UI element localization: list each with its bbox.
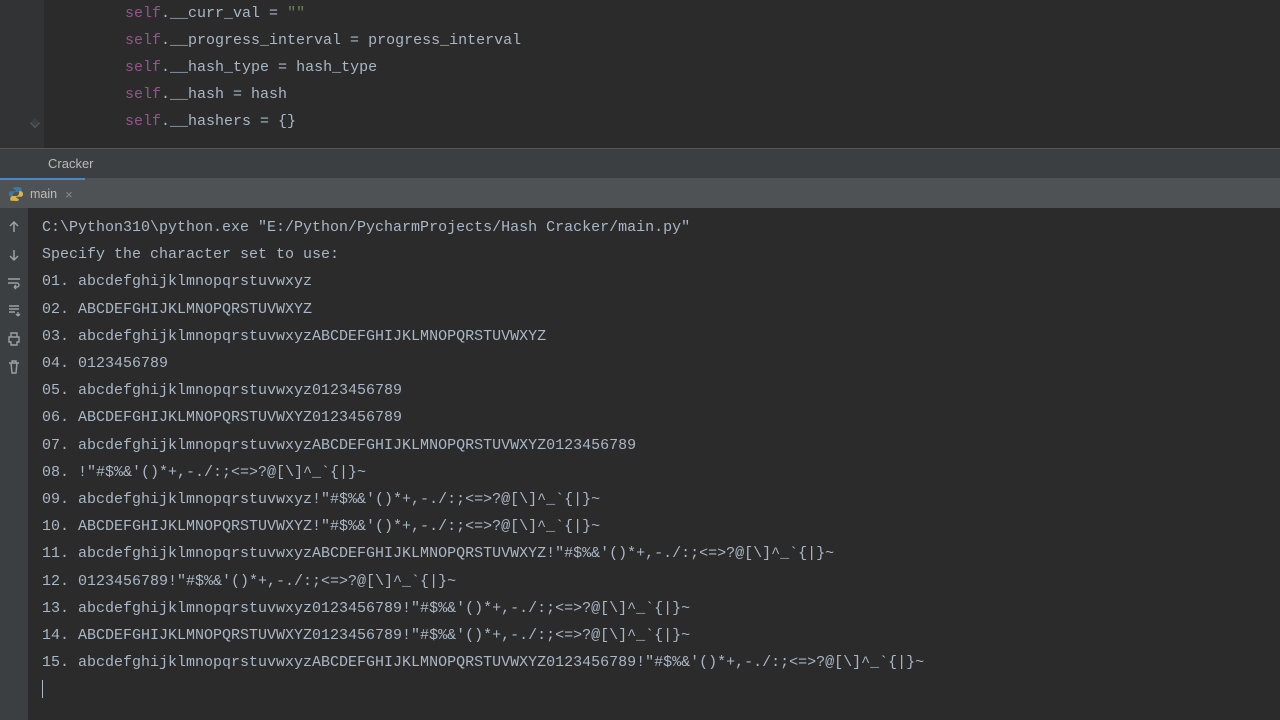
token-field: .__curr_val — [161, 5, 260, 22]
token-self: self — [125, 59, 161, 76]
token-self: self — [125, 32, 161, 49]
token-rhs: {} — [278, 113, 296, 130]
down-arrow-icon[interactable] — [5, 246, 23, 264]
fold-marker-icon[interactable] — [30, 118, 40, 128]
console-option-line: 14. ABCDEFGHIJKLMNOPQRSTUVWXYZ0123456789… — [42, 622, 1280, 649]
run-tab-main[interactable]: main × — [0, 178, 85, 208]
console-option-line: 07. abcdefghijklmnopqrstuvwxyzABCDEFGHIJ… — [42, 432, 1280, 459]
console-option-line: 13. abcdefghijklmnopqrstuvwxyz0123456789… — [42, 595, 1280, 622]
code-line[interactable]: self.__hash = hash — [45, 81, 1280, 108]
code-line[interactable]: self.__hashers = {} — [45, 108, 1280, 135]
token-rhs: "" — [287, 5, 305, 22]
up-arrow-icon[interactable] — [5, 218, 23, 236]
code-editor[interactable]: self.__curr_val = ""self.__progress_inte… — [0, 0, 1280, 148]
token-op: = — [341, 32, 368, 49]
console-option-line: 04. 0123456789 — [42, 350, 1280, 377]
console-option-line: 08. !"#$%&'()*+,-./:;<=>?@[\]^_`{|}~ — [42, 459, 1280, 486]
console-option-line: 05. abcdefghijklmnopqrstuvwxyz0123456789 — [42, 377, 1280, 404]
console-option-line: 06. ABCDEFGHIJKLMNOPQRSTUVWXYZ0123456789 — [42, 404, 1280, 431]
run-pane: C:\Python310\python.exe "E:/Python/Pycha… — [0, 208, 1280, 720]
trash-icon[interactable] — [5, 358, 23, 376]
scroll-end-icon[interactable] — [5, 302, 23, 320]
token-field: .__progress_interval — [161, 32, 341, 49]
console-option-line: 10. ABCDEFGHIJKLMNOPQRSTUVWXYZ!"#$%&'()*… — [42, 513, 1280, 540]
code-line[interactable]: self.__progress_interval = progress_inte… — [45, 27, 1280, 54]
editor-gutter[interactable] — [0, 0, 44, 148]
console-option-line: 02. ABCDEFGHIJKLMNOPQRSTUVWXYZ — [42, 296, 1280, 323]
token-field: .__hash — [161, 86, 224, 103]
python-file-icon — [8, 186, 24, 202]
console-option-line: 03. abcdefghijklmnopqrstuvwxyzABCDEFGHIJ… — [42, 323, 1280, 350]
close-icon[interactable]: × — [63, 188, 75, 201]
run-tab-label: main — [30, 187, 57, 201]
print-icon[interactable] — [5, 330, 23, 348]
token-self: self — [125, 113, 161, 130]
token-op: = — [251, 113, 278, 130]
code-line[interactable]: self.__hash_type = hash_type — [45, 54, 1280, 81]
token-op: = — [269, 59, 296, 76]
token-rhs: hash_type — [296, 59, 377, 76]
console-command-line: C:\Python310\python.exe "E:/Python/Pycha… — [42, 214, 1280, 241]
run-tab-bar: main × — [0, 178, 1280, 208]
code-line[interactable]: self.__curr_val = "" — [45, 0, 1280, 27]
console-option-line: 09. abcdefghijklmnopqrstuvwxyz!"#$%&'()*… — [42, 486, 1280, 513]
console-input-line[interactable] — [42, 676, 1280, 703]
console-option-line: 01. abcdefghijklmnopqrstuvwxyz — [42, 268, 1280, 295]
console-output[interactable]: C:\Python310\python.exe "E:/Python/Pycha… — [28, 208, 1280, 720]
token-field: .__hashers — [161, 113, 251, 130]
console-option-line: 12. 0123456789!"#$%&'()*+,-./:;<=>?@[\]^… — [42, 568, 1280, 595]
tool-window-header[interactable]: Cracker — [0, 148, 1280, 178]
tool-window-title: Cracker — [48, 156, 94, 171]
console-option-line: 11. abcdefghijklmnopqrstuvwxyzABCDEFGHIJ… — [42, 540, 1280, 567]
token-rhs: hash — [251, 86, 287, 103]
token-self: self — [125, 5, 161, 22]
console-action-toolbar — [0, 208, 28, 720]
soft-wrap-icon[interactable] — [5, 274, 23, 292]
caret-icon — [42, 680, 43, 698]
token-op: = — [260, 5, 287, 22]
token-rhs: progress_interval — [368, 32, 521, 49]
token-self: self — [125, 86, 161, 103]
token-field: .__hash_type — [161, 59, 269, 76]
console-option-line: 15. abcdefghijklmnopqrstuvwxyzABCDEFGHIJ… — [42, 649, 1280, 676]
token-op: = — [224, 86, 251, 103]
console-prompt-line: Specify the character set to use: — [42, 241, 1280, 268]
